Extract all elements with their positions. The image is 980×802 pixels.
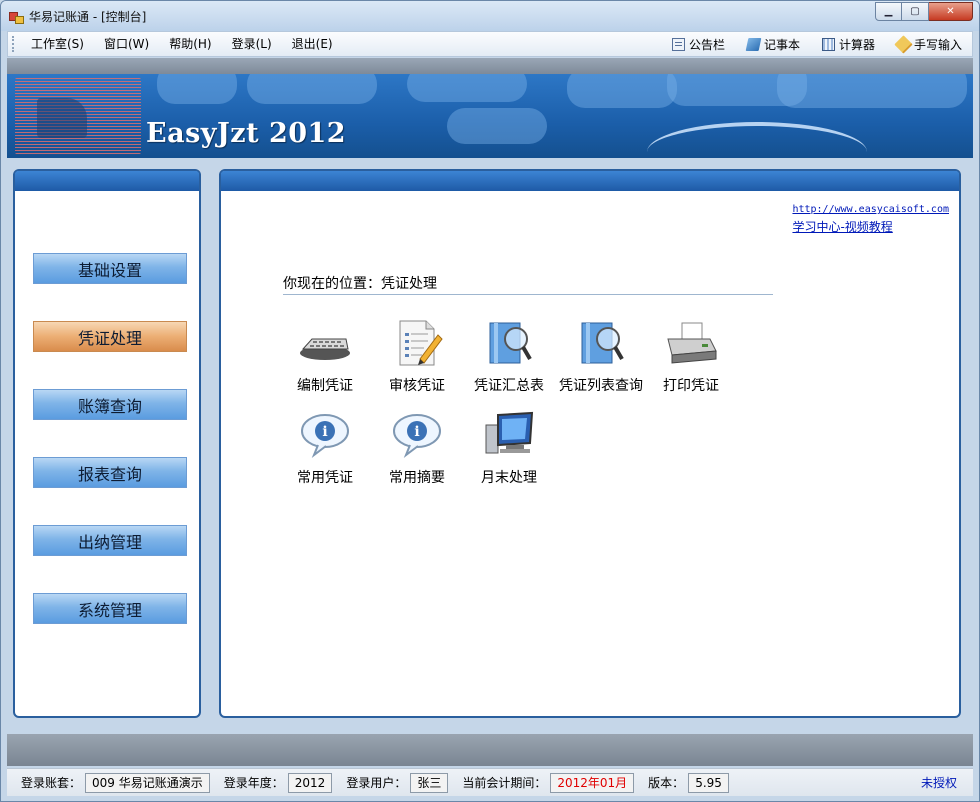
computer-icon <box>482 411 536 461</box>
brand-title: EasyJzt 2012 <box>146 118 347 149</box>
func-review-voucher-label: 审核凭证 <box>389 378 445 394</box>
tutorial-link[interactable]: 学习中心-视频教程 <box>792 219 949 235</box>
func-month-end[interactable]: 月末处理 <box>463 411 555 487</box>
banner-decoration <box>447 108 547 144</box>
func-voucher-list-query[interactable]: 凭证列表查询 <box>547 319 655 395</box>
menu-bar: 工作室(S) 窗口(W) 帮助(H) 登录(L) 退出(E) 公告栏 记事本 计… <box>7 31 973 57</box>
handwriting-label: 手写输入 <box>913 37 962 52</box>
banner: EasyJzt 2012 <box>7 74 973 158</box>
printer-icon <box>664 319 718 369</box>
minimize-button[interactable]: ▁ <box>875 2 902 21</box>
banner-decoration <box>157 74 237 104</box>
nav-cashier-management[interactable]: 出纳管理 <box>33 525 187 556</box>
notepad-button[interactable]: 记事本 <box>745 36 800 53</box>
main-window: 华易记账通 - [控制台] ▁ ▢ ✕ 工作室(S) 窗口(W) 帮助(H) 登… <box>0 0 980 802</box>
func-print-voucher[interactable]: 打印凭证 <box>645 319 737 395</box>
notepad-icon <box>745 37 762 51</box>
status-year-value: 2012 <box>287 772 333 793</box>
document-pencil-icon <box>390 319 444 369</box>
bulletin-board-icon <box>671 37 685 51</box>
func-voucher-summary-label: 凭证汇总表 <box>474 378 544 394</box>
nav-system-management[interactable]: 系统管理 <box>33 593 187 624</box>
func-create-voucher[interactable]: 编制凭证 <box>279 319 371 395</box>
content-panel: http://www.easycaisoft.com 学习中心-视频教程 你现在… <box>219 169 961 718</box>
navigation-panel-header <box>15 171 199 191</box>
status-bar: 登录账套： 009 华易记账通演示 登录年度： 2012 登录用户： 张三 当前… <box>7 768 973 796</box>
func-review-voucher[interactable]: 审核凭证 <box>371 319 463 395</box>
banner-decoration <box>407 74 527 102</box>
status-year-label: 登录年度： <box>223 776 284 790</box>
func-create-voucher-label: 编制凭证 <box>297 378 353 394</box>
menu-studio[interactable]: 工作室(S) <box>21 32 94 56</box>
info-bubble-icon: i <box>390 411 444 461</box>
bulletin-board-label: 公告栏 <box>688 37 725 52</box>
keyboard-icon <box>298 319 352 369</box>
banner-swoosh <box>647 122 867 158</box>
banner-logo-art <box>15 78 141 154</box>
toolbar-grip-icon[interactable] <box>12 36 15 52</box>
website-link[interactable]: http://www.easycaisoft.com <box>792 201 949 219</box>
menu-exit[interactable]: 退出(E) <box>282 32 343 56</box>
banner-decoration <box>247 74 377 104</box>
menu-window[interactable]: 窗口(W) <box>94 32 159 56</box>
title-bar[interactable]: 华易记账通 - [控制台] ▁ ▢ ✕ <box>1 1 979 31</box>
bottom-strip <box>7 734 973 766</box>
func-month-end-label: 月末处理 <box>481 470 537 486</box>
nav-voucher-processing[interactable]: 凭证处理 <box>33 321 187 352</box>
close-button[interactable]: ✕ <box>929 2 973 21</box>
status-user-label: 登录用户： <box>346 776 407 790</box>
status-user-value: 张三 <box>410 772 449 793</box>
window-controls: ▁ ▢ ✕ <box>875 2 973 21</box>
nav-ledger-query[interactable]: 账簿查询 <box>33 389 187 420</box>
func-common-summary[interactable]: i 常用摘要 <box>371 411 463 487</box>
pen-icon <box>894 34 913 54</box>
notepad-label: 记事本 <box>763 37 800 52</box>
maximize-button[interactable]: ▢ <box>902 2 929 21</box>
func-voucher-summary[interactable]: 凭证汇总表 <box>463 319 555 395</box>
magnifier-book-icon <box>574 319 628 369</box>
app-logo-icon <box>9 9 24 24</box>
quick-tools: 公告栏 记事本 计算器 手写输入 <box>650 32 962 56</box>
status-version-label: 版本： <box>648 776 685 790</box>
menu-help[interactable]: 帮助(H) <box>159 32 221 56</box>
content-panel-header <box>221 171 959 191</box>
magnifier-book-icon <box>482 319 536 369</box>
func-common-voucher-label: 常用凭证 <box>297 470 353 486</box>
status-account-label: 登录账套： <box>21 776 82 790</box>
toolbar-strip <box>7 58 973 74</box>
location-breadcrumb: 你现在的位置：凭证处理 <box>283 273 773 295</box>
func-common-voucher[interactable]: i 常用凭证 <box>279 411 371 487</box>
calculator-label: 计算器 <box>838 37 875 52</box>
calculator-button[interactable]: 计算器 <box>821 36 875 53</box>
banner-decoration <box>777 74 967 108</box>
svg-text:i: i <box>414 424 419 440</box>
nav-report-query[interactable]: 报表查询 <box>33 457 187 488</box>
calculator-icon <box>821 37 835 51</box>
bulletin-board-button[interactable]: 公告栏 <box>671 36 725 53</box>
license-status[interactable]: 未授权 <box>921 774 957 791</box>
status-period-value: 2012年01月 <box>550 772 635 793</box>
func-voucher-list-query-label: 凭证列表查询 <box>559 378 643 394</box>
menu-login[interactable]: 登录(L) <box>222 32 282 56</box>
navigation-panel: 基础设置 凭证处理 账簿查询 报表查询 出纳管理 系统管理 <box>13 169 201 718</box>
banner-decoration <box>567 74 677 108</box>
window-title: 华易记账通 - [控制台] <box>29 9 147 24</box>
func-common-summary-label: 常用摘要 <box>389 470 445 486</box>
svg-text:i: i <box>322 424 327 440</box>
func-print-voucher-label: 打印凭证 <box>663 378 719 394</box>
handwriting-button[interactable]: 手写输入 <box>894 34 962 54</box>
help-links: http://www.easycaisoft.com 学习中心-视频教程 <box>792 201 949 235</box>
status-period-label: 当前会计期间： <box>462 776 547 790</box>
info-bubble-icon: i <box>298 411 352 461</box>
nav-basic-settings[interactable]: 基础设置 <box>33 253 187 284</box>
status-account-value: 009 华易记账通演示 <box>85 772 210 793</box>
status-version-value: 5.95 <box>688 772 729 793</box>
